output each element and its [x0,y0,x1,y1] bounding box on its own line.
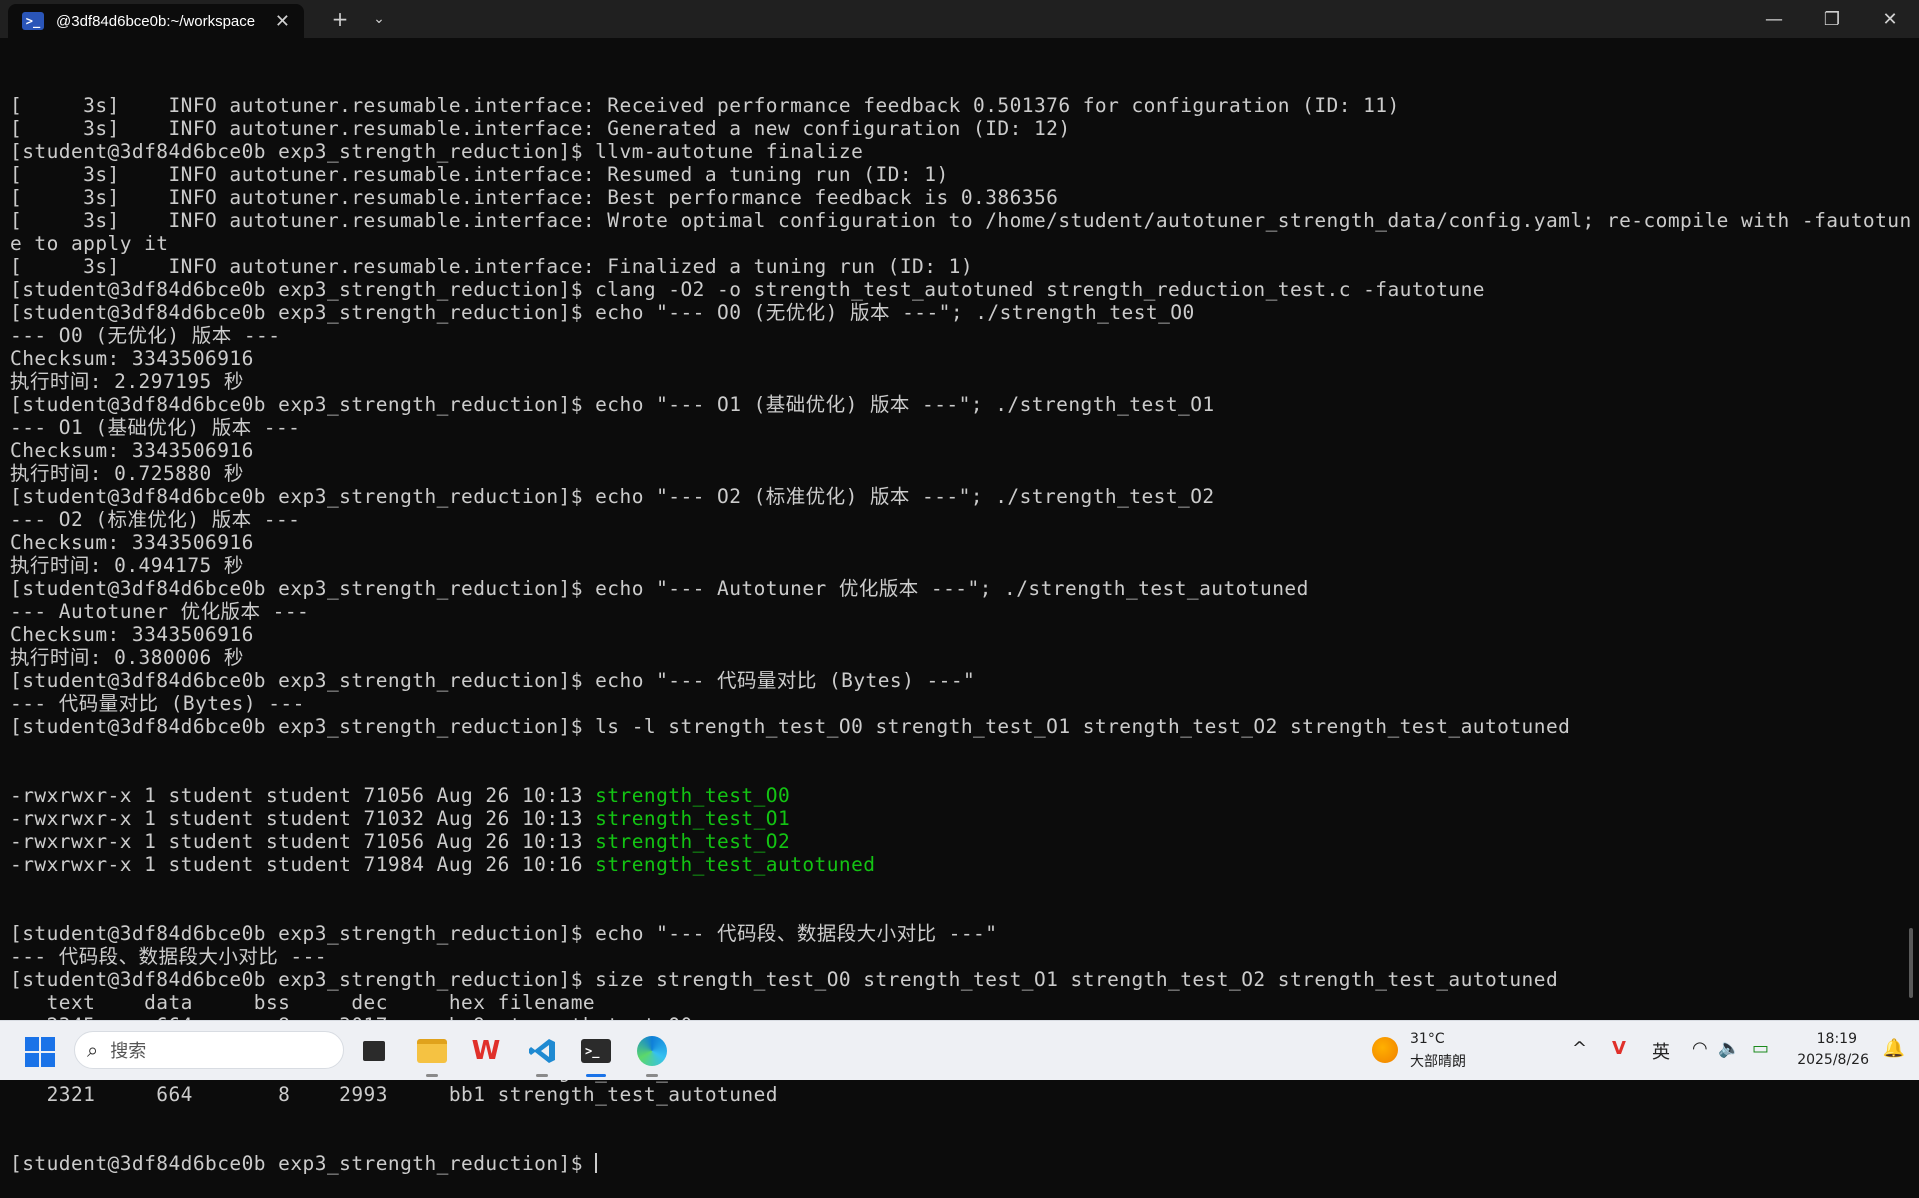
minimize-button[interactable]: — [1745,0,1803,38]
terminal-line: [student@3df84d6bce0b exp3_strength_redu… [10,715,1571,738]
terminal-line: [ 3s] INFO autotuner.resumable.interface… [10,163,949,186]
terminal-line: [student@3df84d6bce0b exp3_strength_redu… [10,577,1309,600]
terminal-line: 执行时间: 2.297195 秒 [10,370,244,393]
terminal-line: [ 3s] INFO autotuner.resumable.interface… [10,255,974,278]
ls-output-row: -rwxrwxr-x 1 student student 71032 Aug 2… [10,807,1890,830]
ls-output-row: -rwxrwxr-x 1 student student 71984 Aug 2… [10,853,1890,876]
wps-office-icon[interactable]: W [468,1033,504,1069]
terminal-line: [student@3df84d6bce0b exp3_strength_redu… [10,140,864,163]
terminal-line: [student@3df84d6bce0b exp3_strength_redu… [10,393,1215,416]
terminal-line: [student@3df84d6bce0b exp3_strength_redu… [10,922,998,945]
file-explorer-icon[interactable] [414,1033,450,1077]
terminal-line: --- O0 (无优化) 版本 --- [10,324,281,347]
terminal-line: [ 3s] INFO autotuner.resumable.interface… [10,186,1059,209]
taskbar: ⌕ 搜索 W >_ 31°C 大部晴朗 ^ V 英 ◠ 🔈 ▭ 18:19 20… [0,1020,1919,1080]
terminal-prompt-line[interactable]: [student@3df84d6bce0b exp3_strength_redu… [10,1152,1890,1175]
weather-icon[interactable] [1372,1037,1398,1063]
title-bar: >_ @3df84d6bce0b:~/workspace ✕ + ⌄ — ❐ ✕ [0,0,1919,38]
notification-icon[interactable]: 🔔 [1883,1038,1905,1059]
terminal-line: [ 3s] INFO autotuner.resumable.interface… [10,209,1912,232]
ls-output-row: -rwxrwxr-x 1 student student 71056 Aug 2… [10,784,1890,807]
close-window-button[interactable]: ✕ [1861,0,1919,38]
executable-filename: strength_test_autotuned [595,853,876,876]
maximize-button[interactable]: ❐ [1803,0,1861,38]
terminal-line: 执行时间: 0.380006 秒 [10,646,244,669]
tab-title: @3df84d6bce0b:~/workspace [56,12,256,30]
terminal-line: [ 3s] INFO autotuner.resumable.interface… [10,117,1071,140]
tab-dropdown-icon[interactable]: ⌄ [364,0,394,38]
terminal-app-icon[interactable]: >_ [578,1033,614,1077]
search-placeholder: 搜索 [110,1041,147,1062]
terminal-line: --- O2 (标准优化) 版本 --- [10,508,301,531]
terminal-line: Checksum: 3343506916 [10,347,254,370]
clock-time[interactable]: 18:19 [1817,1031,1857,1047]
terminal-line: [student@3df84d6bce0b exp3_strength_redu… [10,301,1195,324]
executable-filename: strength_test_O0 [595,784,791,807]
ls-output-row: -rwxrwxr-x 1 student student 71056 Aug 2… [10,830,1890,853]
weather-description[interactable]: 大部晴朗 [1410,1051,1466,1071]
weather-temperature[interactable]: 31°C [1410,1031,1445,1047]
vscode-icon[interactable] [524,1033,560,1077]
terminal-line: Checksum: 3343506916 [10,623,254,646]
terminal-line: --- Autotuner 优化版本 --- [10,600,310,623]
file-metadata: -rwxrwxr-x 1 student student 71984 Aug 2… [10,853,596,876]
executable-filename: strength_test_O1 [595,807,791,830]
tray-chevron-icon[interactable]: ^ [1572,1038,1587,1059]
battery-icon[interactable]: ▭ [1752,1038,1769,1059]
terminal-line: 执行时间: 0.725880 秒 [10,462,244,485]
file-metadata: -rwxrwxr-x 1 student student 71056 Aug 2… [10,830,596,853]
volume-icon[interactable]: 🔈 [1718,1038,1740,1059]
search-icon: ⌕ [87,1038,99,1062]
terminal-line: --- 代码段、数据段大小对比 --- [10,945,327,968]
powershell-icon: >_ [22,12,44,30]
prompt-text: [student@3df84d6bce0b exp3_strength_redu… [10,1152,596,1175]
terminal-scrollbar[interactable] [1909,928,1913,998]
terminal-line: e to apply it [10,232,169,255]
ime-indicator[interactable]: 英 [1652,1038,1670,1064]
terminal-line: Checksum: 3343506916 [10,531,254,554]
file-metadata: -rwxrwxr-x 1 student student 71056 Aug 2… [10,784,596,807]
close-tab-icon[interactable]: ✕ [275,11,290,32]
terminal-line: text data bss dec hex filename [10,991,596,1014]
terminal-line: [student@3df84d6bce0b exp3_strength_redu… [10,669,976,692]
taskbar-search-box[interactable]: ⌕ 搜索 [74,1031,344,1069]
windows-start-icon[interactable] [25,1037,55,1067]
terminal-output[interactable]: [ 3s] INFO autotuner.resumable.interface… [10,48,1912,1175]
wps-tray-icon[interactable]: V [1612,1038,1626,1059]
terminal-line: Checksum: 3343506916 [10,439,254,462]
terminal-line: [student@3df84d6bce0b exp3_strength_redu… [10,278,1485,301]
executable-filename: strength_test_O2 [595,830,791,853]
text-cursor [595,1153,598,1173]
terminal-tab[interactable]: >_ @3df84d6bce0b:~/workspace ✕ [8,4,304,38]
edge-browser-icon[interactable] [634,1033,670,1077]
wifi-icon[interactable]: ◠ [1692,1038,1708,1059]
task-view-icon[interactable] [356,1033,392,1069]
clock-date[interactable]: 2025/8/26 [1797,1052,1869,1068]
file-metadata: -rwxrwxr-x 1 student student 71032 Aug 2… [10,807,596,830]
new-tab-button[interactable]: + [316,0,364,38]
terminal-line: [ 3s] INFO autotuner.resumable.interface… [10,94,1400,117]
terminal-line: [student@3df84d6bce0b exp3_strength_redu… [10,485,1215,508]
terminal-line: 2321 664 8 2993 bb1 strength_test_autotu… [10,1083,778,1106]
terminal-line: [student@3df84d6bce0b exp3_strength_redu… [10,968,1559,991]
terminal-line: --- O1 (基础优化) 版本 --- [10,416,301,439]
terminal-line: 执行时间: 0.494175 秒 [10,554,244,577]
terminal-line: --- 代码量对比 (Bytes) --- [10,692,305,715]
